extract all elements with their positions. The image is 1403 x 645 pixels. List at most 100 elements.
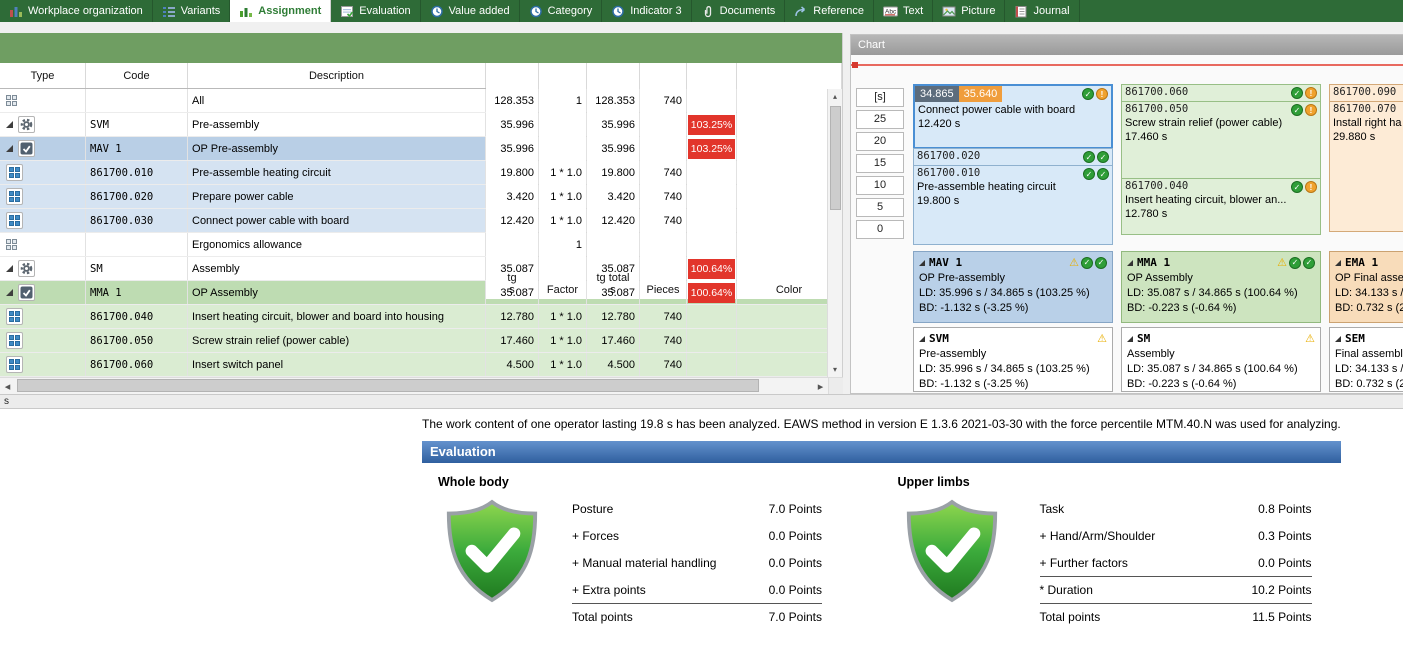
scroll-right-button[interactable]: ▸ xyxy=(813,379,828,394)
expander-icon[interactable] xyxy=(6,289,13,296)
table-row-ergonomics-allowance[interactable]: Ergonomics allowance 1 xyxy=(0,233,828,257)
takt-time-label: 34.865 xyxy=(915,86,959,102)
operation-icon xyxy=(18,284,35,301)
tab-assignment[interactable]: Assignment xyxy=(230,0,331,22)
tab-category[interactable]: Category xyxy=(520,0,603,22)
collapsed-panel-bar[interactable]: s xyxy=(0,394,1403,409)
table-row-operation-mav1[interactable]: MAV 1 OP Pre-assembly 35.996 35.996 103.… xyxy=(0,137,828,161)
scroll-down-button[interactable]: ▾ xyxy=(828,362,843,377)
chart-block-861700-040[interactable]: ✓! 861700.040 Insert heating circuit, bl… xyxy=(1121,178,1321,235)
operation-glyph-icon xyxy=(20,142,33,155)
table-row-all[interactable]: All 128.353 1 128.353 740 xyxy=(0,89,828,113)
tab-value-added[interactable]: Value added xyxy=(421,0,520,22)
chart-block-861700-060[interactable]: ✓! 861700.060 xyxy=(1121,84,1321,102)
cell-tg: 4.500 xyxy=(486,353,539,376)
expander-icon[interactable] xyxy=(1335,336,1341,342)
cell-description: Screw strain relief (power cable) xyxy=(188,329,486,352)
section-summary-card[interactable]: SM ⚠ Assembly LD: 35.087 s / 34.865 s (1… xyxy=(1121,327,1321,392)
tab-picture[interactable]: Picture xyxy=(933,0,1005,22)
cell-load xyxy=(687,329,737,352)
ergonomics-report: The work content of one operator lasting… xyxy=(0,409,1403,645)
table-row-process[interactable]: 861700.020 Prepare power cable 3.420 1 *… xyxy=(0,185,828,209)
chart-block-861700-020[interactable]: ✓✓ 861700.020 xyxy=(913,148,1113,166)
expander-icon[interactable] xyxy=(6,265,13,272)
warning-icon: ⚠ xyxy=(1097,333,1107,345)
expander-icon[interactable] xyxy=(919,336,925,342)
chart-panel-header[interactable]: Chart xyxy=(851,35,1403,55)
expander-icon[interactable] xyxy=(1127,260,1133,266)
vertical-scrollbar[interactable]: ▴ ▾ xyxy=(827,89,842,377)
tab-evaluation[interactable]: Evaluation xyxy=(331,0,420,22)
chart-block-861700-090[interactable]: 861700.090 xyxy=(1329,84,1403,102)
scroll-up-button[interactable]: ▴ xyxy=(828,89,843,104)
cell-code: SM xyxy=(86,257,188,280)
chart-panel: Chart [s] 25 20 15 10 5 0 34.865 35.640 xyxy=(850,34,1403,394)
shield-warning-icon: ! xyxy=(1305,181,1317,193)
expander-icon[interactable] xyxy=(1335,260,1341,266)
green-shield-check-icon xyxy=(904,499,1000,603)
tab-reference[interactable]: Reference xyxy=(785,0,874,22)
cell-tg: 12.420 xyxy=(486,209,539,232)
chart-block-861700-010[interactable]: ✓✓ 861700.010 Pre-assemble heating circu… xyxy=(913,165,1113,245)
table-row-process[interactable]: 861700.050 Screw strain relief (power ca… xyxy=(0,329,828,353)
chart-block-861700-050[interactable]: ✓! 861700.050 Screw strain relief (power… xyxy=(1121,101,1321,179)
vertical-scroll-thumb[interactable] xyxy=(830,106,841,210)
expander-icon[interactable] xyxy=(919,260,925,266)
cell-tg-total: 17.460 xyxy=(587,329,640,352)
indicator-3-icon xyxy=(611,5,625,18)
shield-ok-icon: ✓ xyxy=(1083,168,1095,180)
cell-tg: 35.087 xyxy=(486,257,539,280)
cell-description: Prepare power cable xyxy=(188,185,486,208)
shield-warning-icon: ! xyxy=(1305,87,1317,99)
expander-icon[interactable] xyxy=(1127,336,1133,342)
operation-summary-card[interactable]: MAV 1 ⚠✓✓ OP Pre-assembly LD: 35.996 s /… xyxy=(913,251,1113,323)
section-summary-card[interactable]: SEM Final assembly LD: 34.133 s / BD: 0.… xyxy=(1329,327,1403,392)
time-axis: [s] 25 20 15 10 5 0 xyxy=(856,88,904,242)
tab-journal[interactable]: Journal xyxy=(1005,0,1079,22)
section-summary-card[interactable]: SVM ⚠ Pre-assembly LD: 35.996 s / 34.865… xyxy=(913,327,1113,392)
horizontal-scrollbar[interactable]: ◂ ▸ xyxy=(0,377,843,394)
cell-type xyxy=(0,329,86,352)
table-row-operation-mma1[interactable]: MMA 1 OP Assembly 35.087 35.087 100.64% xyxy=(0,281,828,305)
cell-pieces: 740 xyxy=(640,185,687,208)
table-row-section-svm[interactable]: SVM Pre-assembly 35.996 35.996 103.25% xyxy=(0,113,828,137)
main-workspace: Type Code Description tgs Factor tg tota… xyxy=(0,22,1403,394)
load-badge: 103.25% xyxy=(688,139,735,159)
tab-indicator-3[interactable]: Indicator 3 xyxy=(602,0,691,22)
table-row-process[interactable]: 861700.010 Pre-assemble heating circuit … xyxy=(0,161,828,185)
column-header-code[interactable]: Code xyxy=(86,63,188,88)
cell-tg: 17.460 xyxy=(486,329,539,352)
chart-block-861700-030[interactable]: 34.865 35.640 ✓! Connect power cable wit… xyxy=(913,84,1113,149)
cell-tg: 128.353 xyxy=(486,89,539,112)
column-header-type[interactable]: Type xyxy=(0,63,86,88)
shield-warning-icon: ! xyxy=(1096,88,1108,100)
table-row-process[interactable]: 861700.030 Connect power cable with boar… xyxy=(0,209,828,233)
cell-tg-total: 35.087 xyxy=(587,281,640,304)
operation-glyph-icon xyxy=(20,286,33,299)
evaluation-header: Evaluation xyxy=(422,441,1341,463)
horizontal-scroll-track[interactable] xyxy=(15,378,813,394)
operation-summary-card[interactable]: EMA 1 OP Final assem LD: 34.133 s / BD: … xyxy=(1329,251,1403,323)
table-row-process[interactable]: 861700.060 Insert switch panel 4.500 1 *… xyxy=(0,353,828,377)
tab-workplace-organization[interactable]: Workplace organization xyxy=(0,0,153,22)
axis-tick-label: 25 xyxy=(856,110,904,129)
process-grid-icon xyxy=(9,167,20,178)
block-time: 17.460 s xyxy=(1122,130,1320,144)
scroll-left-button[interactable]: ◂ xyxy=(0,379,15,394)
expander-icon[interactable] xyxy=(6,145,13,152)
expander-icon[interactable] xyxy=(6,121,13,128)
horizontal-scroll-thumb[interactable] xyxy=(17,379,759,392)
tab-variants[interactable]: Variants xyxy=(153,0,231,22)
tab-documents[interactable]: Documents xyxy=(692,0,786,22)
cell-pieces: 740 xyxy=(640,353,687,376)
operation-name: EMA 1 xyxy=(1345,255,1378,270)
cell-load: 103.25% xyxy=(687,113,737,136)
chart-block-861700-070[interactable]: 861700.070 Install right ha 29.880 s xyxy=(1329,101,1403,232)
table-row-section-sm[interactable]: SM Assembly 35.087 35.087 100.64% xyxy=(0,257,828,281)
table-row-process[interactable]: 861700.040 Insert heating circuit, blowe… xyxy=(0,305,828,329)
cell-tg-total: 128.353 xyxy=(587,89,640,112)
column-header-description[interactable]: Description xyxy=(188,63,486,88)
tab-text[interactable]: Abc Text xyxy=(874,0,933,22)
operation-summary-card[interactable]: MMA 1 ⚠✓✓ OP Assembly LD: 35.087 s / 34.… xyxy=(1121,251,1321,323)
cell-tg-total: 12.420 xyxy=(587,209,640,232)
